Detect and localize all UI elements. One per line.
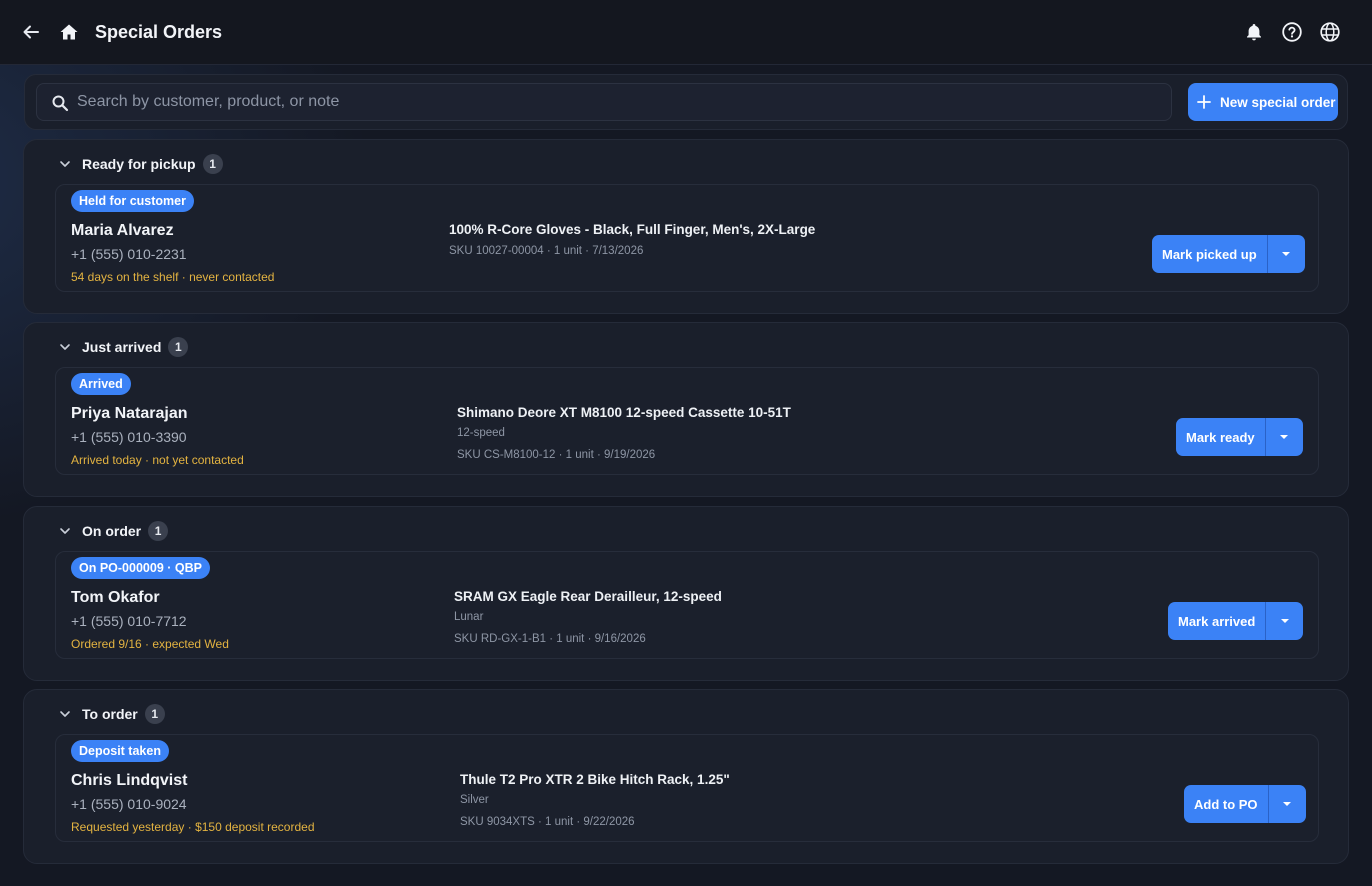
- customer-name: Tom Okafor: [71, 589, 160, 606]
- chevron-down-icon[interactable]: [58, 524, 72, 538]
- product-variant: Silver: [460, 794, 489, 806]
- customer-phone: +1 (555) 010-2231: [71, 246, 187, 262]
- notifications-button[interactable]: [1242, 20, 1266, 44]
- section-header[interactable]: On order 1: [58, 521, 169, 541]
- customer-name: Chris Lindqvist: [71, 772, 188, 789]
- product-name: Thule T2 Pro XTR 2 Bike Hitch Rack, 1.25…: [460, 772, 730, 787]
- caret-down-icon: [1280, 619, 1289, 623]
- count-badge: 1: [168, 337, 189, 357]
- chevron-down-icon[interactable]: [58, 340, 72, 354]
- primary-action-split-button: Mark picked up: [1152, 235, 1305, 273]
- caret-down-icon: [1280, 435, 1289, 439]
- back-button[interactable]: [19, 20, 43, 44]
- primary-action-split-button: Mark ready: [1176, 418, 1303, 456]
- section-header[interactable]: To order 1: [58, 704, 165, 724]
- count-badge: 1: [202, 154, 223, 174]
- order-card[interactable]: Held for customer Maria Alvarez +1 (555)…: [55, 184, 1319, 292]
- status-badge: Held for customer: [71, 190, 194, 212]
- plus-icon: [1197, 95, 1211, 109]
- home-button[interactable]: [57, 20, 81, 44]
- caret-down-icon: [1282, 252, 1291, 256]
- bell-icon: [1247, 24, 1261, 41]
- globe-icon: [1320, 22, 1340, 42]
- home-icon: [60, 24, 78, 40]
- section-title: Ready for pickup: [82, 156, 196, 172]
- order-note: Requested yesterday · $150 deposit recor…: [71, 820, 315, 834]
- order-note: 54 days on the shelf · never contacted: [71, 270, 275, 284]
- customer-name: Maria Alvarez: [71, 222, 174, 239]
- mark-arrived-button[interactable]: Mark arrived: [1168, 602, 1267, 640]
- add-to-po-button[interactable]: Add to PO: [1184, 785, 1269, 823]
- product-name: 100% R-Core Gloves - Black, Full Finger,…: [449, 222, 816, 237]
- chevron-down-icon[interactable]: [58, 157, 72, 171]
- order-note: Ordered 9/16 · expected Wed: [71, 637, 229, 651]
- search-field[interactable]: [36, 83, 1172, 121]
- search-icon: [52, 95, 69, 112]
- customer-name: Priya Natarajan: [71, 405, 188, 422]
- mark-picked-up-button[interactable]: Mark picked up: [1152, 235, 1268, 273]
- help-circle-icon: [1282, 22, 1302, 42]
- section-to-order: To order 1 Deposit taken Chris Lindqvist…: [23, 689, 1349, 864]
- product-meta: SKU 9034XTS · 1 unit · 9/22/2026: [460, 816, 635, 828]
- new-special-order-label: New special order: [1220, 94, 1336, 110]
- customer-phone: +1 (555) 010-9024: [71, 796, 187, 812]
- search-toolbar: New special order: [24, 74, 1348, 130]
- action-menu-button[interactable]: [1269, 785, 1306, 823]
- action-menu-button[interactable]: [1266, 418, 1303, 456]
- order-card[interactable]: Deposit taken Chris Lindqvist +1 (555) 0…: [55, 734, 1319, 842]
- count-badge: 1: [148, 521, 169, 541]
- caret-down-icon: [1283, 802, 1292, 806]
- primary-action-split-button: Mark arrived: [1168, 602, 1304, 640]
- section-title: Just arrived: [82, 339, 162, 355]
- action-menu-button[interactable]: [1266, 602, 1303, 640]
- status-badge: Deposit taken: [71, 740, 169, 762]
- product-variant: Lunar: [454, 611, 484, 623]
- page-title: Special Orders: [95, 22, 223, 42]
- order-card[interactable]: On PO-000009 · QBP Tom Okafor +1 (555) 0…: [55, 551, 1319, 659]
- product-meta: SKU RD-GX-1-B1 · 1 unit · 9/16/2026: [454, 633, 646, 645]
- top-app-bar: Special Orders: [0, 0, 1372, 65]
- product-meta: SKU CS-M8100-12 · 1 unit · 9/19/2026: [457, 449, 656, 461]
- chevron-down-icon[interactable]: [58, 707, 72, 721]
- count-badge: 1: [144, 704, 165, 724]
- language-button[interactable]: [1318, 20, 1342, 44]
- section-ready-for-pickup: Ready for pickup 1 Held for customer Mar…: [23, 139, 1349, 314]
- product-name: SRAM GX Eagle Rear Derailleur, 12-speed: [454, 589, 722, 604]
- action-menu-button[interactable]: [1268, 235, 1305, 273]
- arrow-left-icon: [23, 25, 39, 39]
- section-on-order: On order 1 On PO-000009 · QBP Tom Okafor…: [23, 506, 1349, 681]
- status-badge: Arrived: [71, 373, 131, 395]
- section-header[interactable]: Ready for pickup 1: [58, 154, 223, 174]
- new-special-order-button[interactable]: New special order: [1188, 83, 1338, 121]
- customer-phone: +1 (555) 010-7712: [71, 613, 187, 629]
- product-variant: 12-speed: [457, 427, 505, 439]
- mark-ready-button[interactable]: Mark ready: [1176, 418, 1266, 456]
- order-card[interactable]: Arrived Priya Natarajan +1 (555) 010-339…: [55, 367, 1319, 475]
- customer-phone: +1 (555) 010-3390: [71, 429, 187, 445]
- section-title: On order: [82, 523, 142, 539]
- status-badge: On PO-000009 · QBP: [71, 557, 210, 579]
- product-meta: SKU 10027-00004 · 1 unit · 7/13/2026: [449, 245, 644, 257]
- product-name: Shimano Deore XT M8100 12-speed Cassette…: [457, 405, 791, 420]
- primary-action-split-button: Add to PO: [1184, 785, 1306, 823]
- help-button[interactable]: [1280, 20, 1304, 44]
- search-input[interactable]: [77, 84, 1157, 120]
- section-title: To order: [82, 706, 138, 722]
- section-header[interactable]: Just arrived 1: [58, 337, 189, 357]
- section-just-arrived: Just arrived 1 Arrived Priya Natarajan +…: [23, 322, 1349, 497]
- order-note: Arrived today · not yet contacted: [71, 453, 244, 467]
